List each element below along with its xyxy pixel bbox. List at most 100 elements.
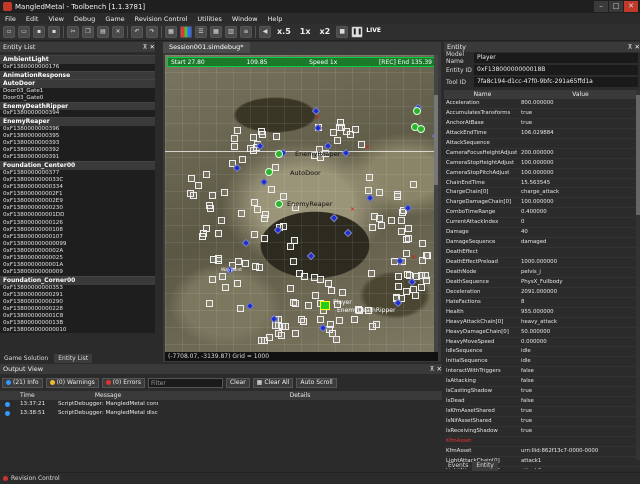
foundation-marker[interactable] [215,255,222,262]
property-value[interactable]: 100.000000 [521,169,640,178]
foundation-marker[interactable] [325,280,332,287]
foundation-marker[interactable] [405,235,412,242]
tab-entity-list[interactable]: Entity List [54,354,93,363]
property-row[interactable]: DamageSequence damaged [444,238,640,249]
warnings-filter-button[interactable]: (0) Warnings [45,377,99,388]
target-marker[interactable]: × [350,207,355,213]
menu-revision-control[interactable]: Revision Control [135,15,188,23]
target-marker[interactable]: × [365,145,370,151]
entity-list-item[interactable]: 0xF138000000001C8 [0,313,155,321]
foundation-marker[interactable] [268,186,275,193]
foundation-marker[interactable] [368,270,375,277]
property-value[interactable]: 0 [521,218,640,227]
foundation-marker[interactable] [219,273,226,280]
pin-icon[interactable]: ⊼ ✕ [430,364,442,374]
entity-list-item[interactable]: 0xF13800000000290 [0,298,155,307]
property-row[interactable]: CurrentAttackIndex 0 [444,218,640,229]
menu-view[interactable]: View [48,15,63,23]
property-value[interactable]: heavy_attack [521,318,640,327]
foundation-marker[interactable] [422,272,429,279]
foundation-marker[interactable] [337,119,344,126]
foundation-marker[interactable] [395,273,402,280]
foundation-marker[interactable] [231,143,238,150]
foundation-marker[interactable] [410,286,417,293]
viewport-scrollbar[interactable] [434,55,438,352]
foundation-marker[interactable] [231,135,238,142]
property-row[interactable]: Health 955.000000 [444,308,640,318]
entity-list-item[interactable]: 0xF138000000001DD [0,212,155,220]
property-value[interactable]: 8 [521,298,640,307]
column-message[interactable]: Message [58,391,158,400]
property-value[interactable]: 50.000000 [521,328,640,337]
enemy-marker[interactable] [413,107,421,115]
property-value[interactable]: true [521,407,640,416]
auto-scroll-button[interactable]: Auto Scroll [296,377,337,388]
entity-group[interactable]: Foundation_Corner00 [0,276,155,285]
enemy-marker[interactable] [275,150,283,158]
foundation-marker[interactable] [347,131,354,138]
errors-filter-button[interactable]: (0) Errors [101,377,145,388]
foundation-marker[interactable] [405,225,412,232]
tab-entity[interactable]: Entity [472,461,498,471]
foundation-marker[interactable] [206,202,213,209]
entity-list-item[interactable]: Door03_Gate1 [0,87,155,95]
pin-icon[interactable]: ⊼ ✕ [143,42,155,52]
entity-list-item[interactable]: 0xF13800000000107 [0,233,155,241]
entity-list-item[interactable]: 0xF1380000000377 [0,169,155,177]
open-folder-icon[interactable]: ▭ [18,26,30,38]
output-row[interactable]: 13:37:21 ScriptDebugger: MangledMetal con… [0,400,442,409]
property-row[interactable]: CameraStopPitchAdjust 100.000000 [444,169,640,179]
layout-details-icon[interactable]: ≡ [240,26,252,38]
target-marker[interactable]: × [411,255,416,261]
property-value[interactable]: 200.000000 [521,149,640,158]
entity-group[interactable]: AutoDoor [0,79,155,88]
menu-window[interactable]: Window [232,15,258,23]
entity-list-item[interactable]: 0xF1380000000002A [0,247,155,255]
entity-list-item[interactable]: 0xF13800000000334 [0,184,155,192]
property-value[interactable]: 1000.000000 [521,258,640,267]
foundation-marker[interactable] [412,292,419,299]
property-value[interactable]: 800.000000 [521,99,640,108]
entity-list-item[interactable]: 0xF138000000002F1 [0,191,155,199]
foundation-marker[interactable] [206,300,213,307]
player-marker[interactable] [320,301,330,310]
foundation-marker[interactable] [239,156,246,163]
foundation-marker[interactable] [376,189,383,196]
property-value[interactable]: damaged [521,238,640,247]
foundation-marker[interactable] [330,129,337,136]
property-row[interactable]: HateFactions 8 [444,298,640,308]
entity-group[interactable]: Foundation_Center00 [0,161,155,170]
entity-list-item[interactable]: 0xF13800000000228 [0,306,155,314]
filter-input[interactable]: Filter [147,377,223,388]
entity-id-field[interactable]: 0xF13800000000018B [474,65,638,75]
property-row[interactable]: ComboTimeRange 0.400000 [444,208,640,219]
property-value[interactable]: 0.000000 [521,338,640,347]
foundation-marker[interactable] [282,323,289,330]
property-row[interactable]: Acceleration 800.000000 [444,99,640,109]
property-row[interactable]: KfmAsset [444,437,640,447]
menu-game[interactable]: Game [105,15,124,23]
foundation-marker[interactable] [376,215,383,222]
foundation-marker[interactable] [209,192,216,199]
entity-list-item[interactable]: 0xF1380000000176 [0,63,155,71]
clear-button[interactable]: Clear [225,377,250,388]
foundation-marker[interactable] [394,193,401,200]
menu-edit[interactable]: Edit [26,15,39,23]
foundation-marker[interactable] [369,224,376,231]
tool-id-field[interactable]: 7fa8c194-d1cc-47f0-9bfc-291a65ffd1a [474,77,638,87]
pause-icon[interactable]: ❚❚ [351,26,364,38]
property-row[interactable]: IdleSequence idle [444,347,640,358]
new-file-icon[interactable]: ▫ [3,26,15,38]
property-value[interactable]: false [521,367,640,376]
property-row[interactable]: Deceleration 2091.000000 [444,288,640,298]
foundation-marker[interactable] [418,284,425,291]
property-value[interactable]: urn:llid:862f13c7-0000-0000 [521,447,640,456]
property-value[interactable]: 100.000000 [521,198,640,207]
foundation-marker[interactable] [388,217,395,224]
property-value[interactable] [521,437,640,446]
foundation-marker[interactable] [234,127,241,134]
foundation-marker[interactable] [317,276,324,283]
entity-group[interactable]: AnimationResponse [0,70,155,80]
property-value[interactable]: charge_attack [521,188,640,197]
entity-list-item[interactable]: 0xF1380000000396 [0,125,155,133]
